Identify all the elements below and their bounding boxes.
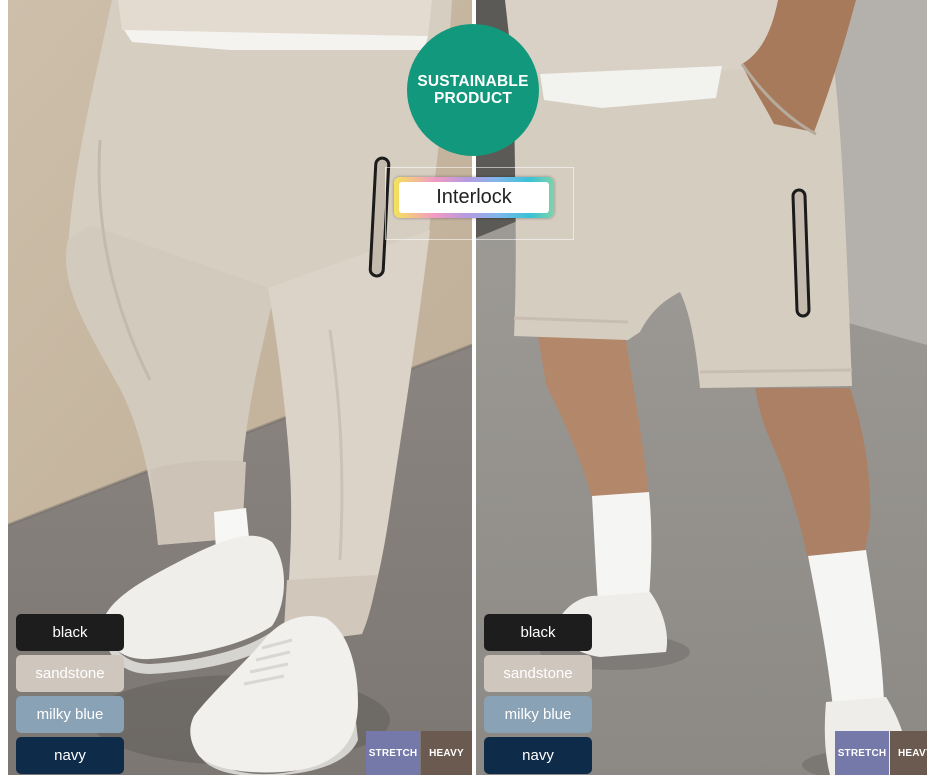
swatch-milky-blue[interactable]: milky blue (16, 696, 124, 733)
heavy-tag: HEAVY (421, 731, 472, 775)
stretch-tag: STRETCH (366, 731, 420, 775)
fabric-label: Interlock (394, 177, 554, 218)
fabric-tags-left: STRETCH HEAVY (366, 731, 472, 775)
stretch-tag: STRETCH (835, 731, 889, 775)
swatch-sandstone[interactable]: sandstone (16, 655, 124, 692)
fabric-label-text: Interlock (399, 182, 549, 213)
color-swatches-left: black sandstone milky blue navy (16, 614, 124, 774)
fabric-tags-right: STRETCH HEAVY (835, 731, 927, 775)
white-sock (592, 492, 652, 602)
shorts-hem (699, 368, 853, 374)
badge-line-2: PRODUCT (433, 90, 513, 107)
zipper-pocket (791, 188, 811, 318)
swatch-black[interactable]: black (484, 614, 592, 651)
color-swatches-right: black sandstone milky blue navy (484, 614, 592, 774)
swatch-black[interactable]: black (16, 614, 124, 651)
hoodie-hem (118, 0, 432, 36)
swatch-navy[interactable]: navy (16, 737, 124, 774)
badge-line-1: SUSTAINABLE (417, 73, 529, 90)
sustainable-product-badge: SUSTAINABLE PRODUCT (407, 24, 539, 156)
heavy-tag: HEAVY (890, 731, 927, 775)
swatch-sandstone[interactable]: sandstone (484, 655, 592, 692)
swatch-navy[interactable]: navy (484, 737, 592, 774)
swatch-milky-blue[interactable]: milky blue (484, 696, 592, 733)
